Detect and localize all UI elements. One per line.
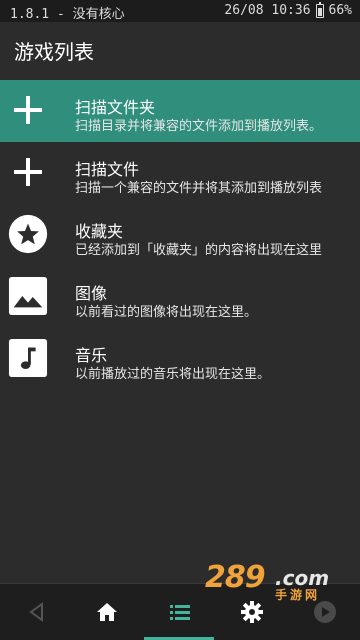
- menu-item-sublabel: 以前播放过的音乐将出现在这里。: [75, 367, 271, 382]
- watermark-cn: 手游网: [275, 588, 321, 602]
- playlist-button[interactable]: [165, 598, 195, 626]
- status-app-text: 1.8.1 - 没有核心: [10, 7, 125, 22]
- menu-item-sublabel: 扫描一个兼容的文件并将其添加到播放列表: [75, 181, 323, 196]
- menu-item-favorites[interactable]: 收藏夹 已经添加到「收藏夹」的内容将出现在这里: [0, 204, 360, 266]
- music-note-icon: [8, 338, 48, 378]
- back-button[interactable]: [22, 598, 52, 626]
- play-icon: [314, 601, 336, 623]
- status-bar: 1.8.1 - 没有核心 26/08 10:36 66%: [0, 0, 360, 22]
- menu-item-music[interactable]: 音乐 以前播放过的音乐将出现在这里。: [0, 328, 360, 390]
- page-title: 游戏列表: [14, 40, 94, 64]
- battery-percent: 66%: [328, 3, 352, 18]
- home-icon: [97, 603, 117, 621]
- list-icon: [170, 605, 190, 620]
- menu-list: 扫描文件夹 扫描目录并将兼容的文件添加到播放列表。 扫描文件 扫描一个兼容的文件…: [0, 80, 360, 390]
- settings-icon: [241, 601, 263, 623]
- status-right: 26/08 10:36 66%: [224, 1, 352, 18]
- menu-item-sublabel: 以前看过的图像将出现在这里。: [75, 305, 258, 320]
- settings-button[interactable]: [237, 598, 267, 626]
- menu-item-sublabel: 已经添加到「收藏夹」的内容将出现在这里: [75, 243, 323, 258]
- menu-item-images[interactable]: 图像 以前看过的图像将出现在这里。: [0, 266, 360, 328]
- menu-item-scan-file[interactable]: 扫描文件 扫描一个兼容的文件并将其添加到播放列表: [0, 142, 360, 204]
- menu-item-sublabel: 扫描目录并将兼容的文件添加到播放列表。: [75, 119, 323, 134]
- back-icon: [29, 602, 43, 622]
- status-time: 26/08 10:36: [224, 3, 311, 18]
- watermark-number: 289: [205, 560, 266, 595]
- watermark-logo: 289 .com 手游网: [205, 560, 355, 602]
- header: 游戏列表: [0, 22, 360, 80]
- battery-icon: [315, 1, 324, 18]
- menu-item-scan-directory[interactable]: 扫描文件夹 扫描目录并将兼容的文件添加到播放列表。: [0, 80, 360, 142]
- star-icon: [8, 214, 48, 254]
- plus-icon: [8, 90, 48, 130]
- image-icon: [8, 276, 48, 316]
- plus-icon: [8, 152, 48, 192]
- home-button[interactable]: [92, 598, 122, 626]
